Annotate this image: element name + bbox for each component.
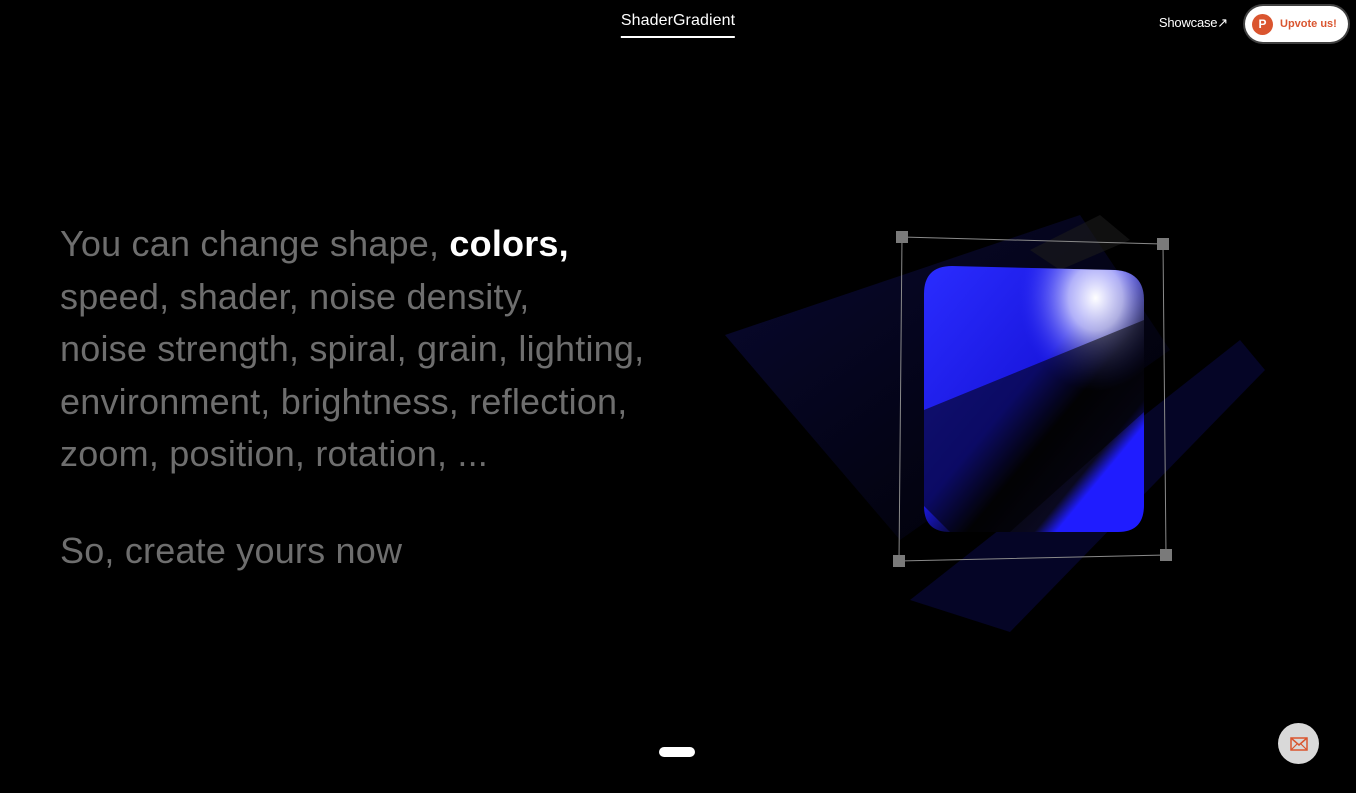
- mail-icon: [1289, 736, 1308, 751]
- brand-title[interactable]: ShaderGradient: [620, 12, 736, 38]
- showcase-link[interactable]: Showcase↗: [1159, 15, 1228, 31]
- pager-indicator[interactable]: [659, 747, 695, 757]
- resize-handle[interactable]: [896, 231, 908, 243]
- gradient-card: [924, 266, 1144, 532]
- copy-line-3: noise strength, spiral, grain, lighting,: [60, 328, 645, 369]
- copy-highlight: colors,: [449, 223, 569, 264]
- copy-line-2: speed, shader, noise density,: [60, 275, 530, 317]
- copy-line-1-text: You can change shape,: [60, 223, 450, 264]
- product-hunt-icon: P: [1252, 13, 1273, 35]
- upvote-button[interactable]: P Upvote us!: [1245, 6, 1348, 42]
- resize-handle[interactable]: [893, 555, 905, 567]
- resize-handle[interactable]: [1160, 549, 1172, 561]
- upvote-label: Upvote us!: [1280, 18, 1337, 30]
- create-cta[interactable]: So, create yours now: [60, 530, 402, 572]
- copy-line-4: environment, brightness, reflection,: [60, 380, 628, 422]
- gradient-preview-canvas: [725, 215, 1265, 632]
- feature-description: You can change shape, colors, speed, sha…: [60, 218, 740, 481]
- copy-line-1: You can change shape, colors,: [60, 218, 740, 271]
- copy-line-5: zoom, position, rotation, ...: [60, 433, 489, 474]
- gradient-preview: [700, 160, 1340, 660]
- resize-handle[interactable]: [1157, 238, 1169, 250]
- brand-title-text: ShaderGradient: [620, 12, 736, 29]
- brand-underline: [620, 36, 736, 38]
- contact-button[interactable]: [1278, 723, 1319, 764]
